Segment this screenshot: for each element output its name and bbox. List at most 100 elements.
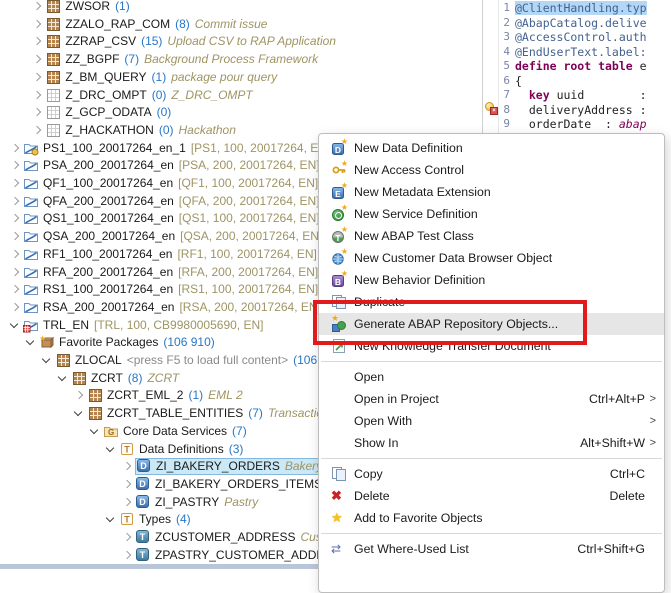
menu-item[interactable]: ⇄Get Where-Used ListCtrl+Shift+G	[319, 538, 664, 560]
tree-row-text: Z_DRC_OMPT	[65, 88, 146, 102]
menu-item-label: Show In	[354, 436, 568, 450]
tree-row-text: Core Data Services	[123, 424, 227, 438]
menu-item[interactable]: B★New Behavior Definition	[319, 269, 664, 291]
chevron-right-icon[interactable]	[8, 176, 21, 190]
chevron-down-icon[interactable]	[56, 371, 69, 385]
tree-row[interactable]: QFA_200_20017264_en[QFA, 200, 20017264, …	[8, 192, 325, 210]
tree-row[interactable]: ZLOCAL<press F5 to load full content>(10…	[40, 351, 332, 369]
menu-item[interactable]: ★New Access Control	[319, 159, 664, 181]
cds-folder-icon: G	[103, 423, 119, 439]
tree-row[interactable]: DZI_BAKERY_ORDERS_ITEMSBa	[120, 475, 347, 493]
tree-row[interactable]: QSA_200_20017264_en[QSA, 200, 20017264, …	[8, 227, 327, 245]
chevron-right-icon[interactable]	[30, 123, 43, 137]
tree-row-text: ZCRT_EML_2	[107, 388, 183, 402]
tree-row[interactable]: DZI_PASTRYPastry	[120, 493, 263, 511]
menu-item[interactable]: ✖DeleteDelete	[319, 485, 664, 507]
abap-project-icon	[23, 281, 39, 297]
tree-row-text: [QSA, 200, 20017264, EN]	[180, 229, 322, 243]
tree-row[interactable]: RS1_100_20017264_en[RS1, 100, 20017264, …	[8, 280, 323, 298]
tree-row[interactable]: RFA_200_20017264_en[RFA, 200, 20017264, …	[8, 263, 323, 281]
tree-row[interactable]: TZPASTRY_CUSTOMER_ADDRES	[120, 546, 346, 564]
chevron-right-icon[interactable]	[72, 388, 85, 402]
tree-row[interactable]: ZZALO_RAP_COM(8)Commit issue	[30, 15, 272, 33]
chevron-right-icon[interactable]	[8, 194, 21, 208]
tree-row[interactable]: ZCRT(8)ZCRT	[56, 369, 184, 387]
chevron-right-icon[interactable]	[30, 34, 43, 48]
tree-row-text: Z_GCP_ODATA	[65, 105, 151, 119]
chevron-right-icon[interactable]	[120, 477, 133, 491]
chevron-down-icon[interactable]	[72, 406, 85, 420]
tree-row[interactable]: Z_DRC_OMPT(0)Z_DRC_OMPT	[30, 86, 257, 104]
tree-row-text: (7)	[232, 424, 247, 438]
chevron-right-icon[interactable]	[8, 229, 21, 243]
chevron-down-icon[interactable]	[88, 424, 101, 438]
tree-row[interactable]: TZCUSTOMER_ADDRESSCusto	[120, 528, 337, 546]
menu-item[interactable]: ★New Service Definition	[319, 203, 664, 225]
tree-row[interactable]: ZCRT_TABLE_ENTITIES(7)Transactiona	[72, 404, 341, 422]
chevron-down-icon[interactable]	[104, 442, 117, 456]
tree-row[interactable]: ★Favorite Packages(106 910)	[24, 333, 220, 351]
chevron-right-icon[interactable]	[8, 211, 21, 225]
package-icon	[87, 405, 103, 421]
chevron-right-icon[interactable]	[30, 88, 43, 102]
chevron-down-icon[interactable]	[8, 318, 21, 332]
tree-row[interactable]: G Core Data Services (7)	[88, 422, 252, 440]
tree-row[interactable]: TData Definitions(3)	[104, 440, 248, 458]
tree-row[interactable]: QF1_100_20017264_en[QF1, 100, 20017264, …	[8, 174, 323, 192]
tree-row[interactable]: TTypes(4)	[104, 510, 196, 528]
tree-row[interactable]: Z_GCP_ODATA(0)	[30, 103, 176, 121]
menu-item[interactable]: Show InAlt+Shift+W>	[319, 432, 664, 454]
menu-item[interactable]: Open With>	[319, 410, 664, 432]
tree-row[interactable]: ZZ_BGPF(7)Background Process Framework	[30, 50, 323, 68]
editor-lines: 1@ClientHandling.typ2@AbapCatalog.delive…	[499, 1, 671, 132]
chevron-right-icon[interactable]	[120, 548, 133, 562]
chevron-right-icon[interactable]	[120, 530, 133, 544]
tree-row-text: Hackathon	[179, 123, 236, 137]
chevron-right-icon[interactable]	[30, 0, 43, 13]
menu-item[interactable]: D★New Data Definition	[319, 137, 664, 159]
menu-item[interactable]: ★New Customer Data Browser Object	[319, 247, 664, 269]
code-line: 9 orderDate : abap	[499, 117, 671, 132]
chevron-right-icon[interactable]	[8, 265, 21, 279]
chevron-right-icon[interactable]	[30, 52, 43, 66]
code-line: 7 key uuid :	[499, 88, 671, 103]
no-icon	[331, 413, 348, 429]
tree-row[interactable]: ZCRT_EML_2(1)EML 2	[72, 386, 248, 404]
tree-row[interactable]: RF1_100_20017264_en[RF1, 100, 20017264, …	[8, 245, 322, 263]
tree-row[interactable]: PS1_100_20017264_en_1[PS1, 100, 20017264…	[8, 139, 335, 157]
tree-row[interactable]: PSA_200_20017264_en[PSA, 200, 20017264, …	[8, 156, 325, 174]
chevron-right-icon[interactable]	[30, 70, 43, 84]
chevron-down-icon[interactable]	[104, 512, 117, 526]
tree-row[interactable]: QS1_100_20017264_en[QS1, 100, 20017264, …	[8, 209, 325, 227]
tree-row-text: [RS1, 100, 20017264, EN]	[178, 282, 318, 296]
chevron-right-icon[interactable]	[30, 17, 43, 31]
menu-item[interactable]: T★New ABAP Test Class	[319, 225, 664, 247]
chevron-right-icon[interactable]	[8, 158, 21, 172]
chevron-right-icon[interactable]	[120, 459, 133, 473]
tree-row[interactable]: ZZRAP_CSV(15)Upload CSV to RAP Applicati…	[30, 32, 341, 50]
tree-row[interactable]: TRL_EN[TRL, 100, CB9980005690, EN]	[8, 316, 268, 334]
tree-row[interactable]: RSA_200_20017264_en[RSA, 200, 20017264, …	[8, 298, 326, 316]
menu-item[interactable]: E★New Metadata Extension	[319, 181, 664, 203]
menu-item[interactable]: CopyCtrl+C	[319, 463, 664, 485]
line-number: 2	[499, 16, 510, 31]
abap-project-icon	[23, 210, 39, 226]
menu-item[interactable]: ★Add to Favorite Objects	[319, 507, 664, 529]
menu-item[interactable]: Open	[319, 366, 664, 388]
chevron-right-icon[interactable]	[8, 141, 21, 155]
chevron-right-icon[interactable]	[8, 282, 21, 296]
chevron-down-icon[interactable]	[40, 353, 53, 367]
chevron-down-icon[interactable]	[24, 335, 37, 349]
quickfix-error-icon[interactable]: ×	[484, 102, 498, 115]
tree-row[interactable]: ZWSOR(1)	[30, 0, 134, 15]
tree-row-text: TRL_EN	[43, 318, 89, 332]
tree-row[interactable]: Z_HACKATHON(0)Hackathon	[30, 121, 241, 139]
menu-item[interactable]: Open in ProjectCtrl+Alt+P>	[319, 388, 664, 410]
chevron-right-icon[interactable]	[30, 105, 43, 119]
line-number: 7	[499, 88, 510, 103]
chevron-right-icon[interactable]	[8, 300, 21, 314]
chevron-right-icon[interactable]	[120, 495, 133, 509]
tree-row[interactable]: Z_BM_QUERY(1)package pour query	[30, 68, 282, 86]
chevron-right-icon[interactable]	[8, 247, 21, 261]
group-folder-icon: T	[119, 511, 135, 527]
